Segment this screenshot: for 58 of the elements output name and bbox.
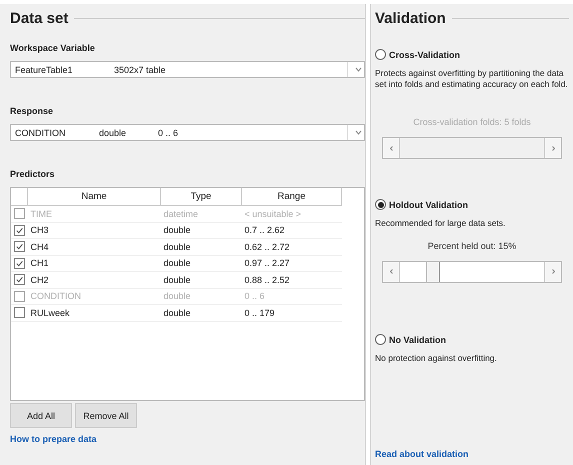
description: Recommended for large data sets.	[375, 218, 506, 229]
caret-icon[interactable]	[347, 125, 364, 140]
table-button[interactable]: Remove All	[75, 403, 137, 428]
checkbox[interactable]	[14, 274, 25, 286]
description: Protects against overfitting by partitioning the data set into folds and estimating accuracy on each fold.	[375, 68, 569, 90]
section-title: Validation	[375, 10, 446, 27]
type-cell: double	[164, 291, 191, 302]
radio-label: Holdout Validation	[389, 200, 468, 210]
slider[interactable]	[382, 260, 562, 283]
field-label: Predictors	[10, 169, 56, 179]
type-cell: double	[164, 225, 191, 236]
slider-label: Cross-validation folds: 5 folds	[413, 117, 531, 128]
radio-button[interactable]	[375, 334, 386, 345]
caret-icon[interactable]	[347, 62, 364, 77]
range-cell: 0.62 .. 2.72	[244, 242, 290, 252]
type-cell: double	[164, 258, 191, 268]
name-cell: CH1	[30, 258, 49, 268]
radio-button[interactable]	[375, 199, 386, 210]
name-cell: TIME	[30, 208, 52, 219]
checkbox[interactable]	[14, 307, 25, 318]
table-button[interactable]: Add All	[10, 403, 72, 428]
dropdown[interactable]: CONDITION double 0 .. 6	[10, 124, 365, 141]
dropdown[interactable]: FeatureTable1 3502x7 table	[10, 61, 365, 78]
name-cell: CH3	[30, 225, 49, 236]
radio-label: Cross-Validation	[389, 50, 460, 60]
name-cell: CONDITION	[30, 291, 81, 302]
range-cell: 0.97 .. 2.27	[244, 258, 290, 268]
radio-label: No Validation	[389, 334, 446, 344]
type-cell: double	[164, 274, 191, 285]
checkbox[interactable]	[14, 241, 25, 252]
name-cell: CH4	[30, 242, 49, 252]
slider-thumb[interactable]	[426, 262, 440, 282]
checkbox[interactable]	[14, 258, 25, 269]
range-cell: < unsuitable >	[244, 208, 302, 219]
range-cell: 0 .. 179	[244, 308, 275, 318]
checkbox[interactable]	[14, 224, 25, 236]
description: No protection against overfitting.	[375, 353, 498, 364]
type-cell: double	[164, 308, 191, 318]
help-link[interactable]: Read about validation	[375, 449, 469, 459]
field-label: Workspace Variable	[10, 43, 96, 53]
range-cell: 0 .. 6	[244, 291, 265, 302]
type-cell: double	[164, 242, 191, 252]
section-title: Data set	[10, 10, 68, 27]
radio-button[interactable]	[375, 49, 386, 60]
range-cell: 0.88 .. 2.52	[244, 274, 290, 285]
name-cell: CH2	[30, 274, 49, 285]
column-header[interactable]: Name	[28, 188, 160, 206]
type-cell: datetime	[164, 208, 198, 219]
range-cell: 0.7 .. 2.62	[244, 225, 285, 236]
column-header[interactable]: Type	[160, 188, 242, 206]
radio-option[interactable]: Holdout Validation	[375, 199, 468, 210]
column-header[interactable]: Range	[242, 188, 342, 206]
name-cell: RULweek	[30, 308, 70, 318]
field-label: Response	[10, 106, 54, 116]
radio-option[interactable]: No Validation	[375, 334, 446, 345]
help-link[interactable]: How to prepare data	[10, 434, 97, 444]
radio-option[interactable]: Cross-Validation	[375, 49, 460, 60]
slider-label: Percent held out: 15%	[428, 240, 516, 251]
